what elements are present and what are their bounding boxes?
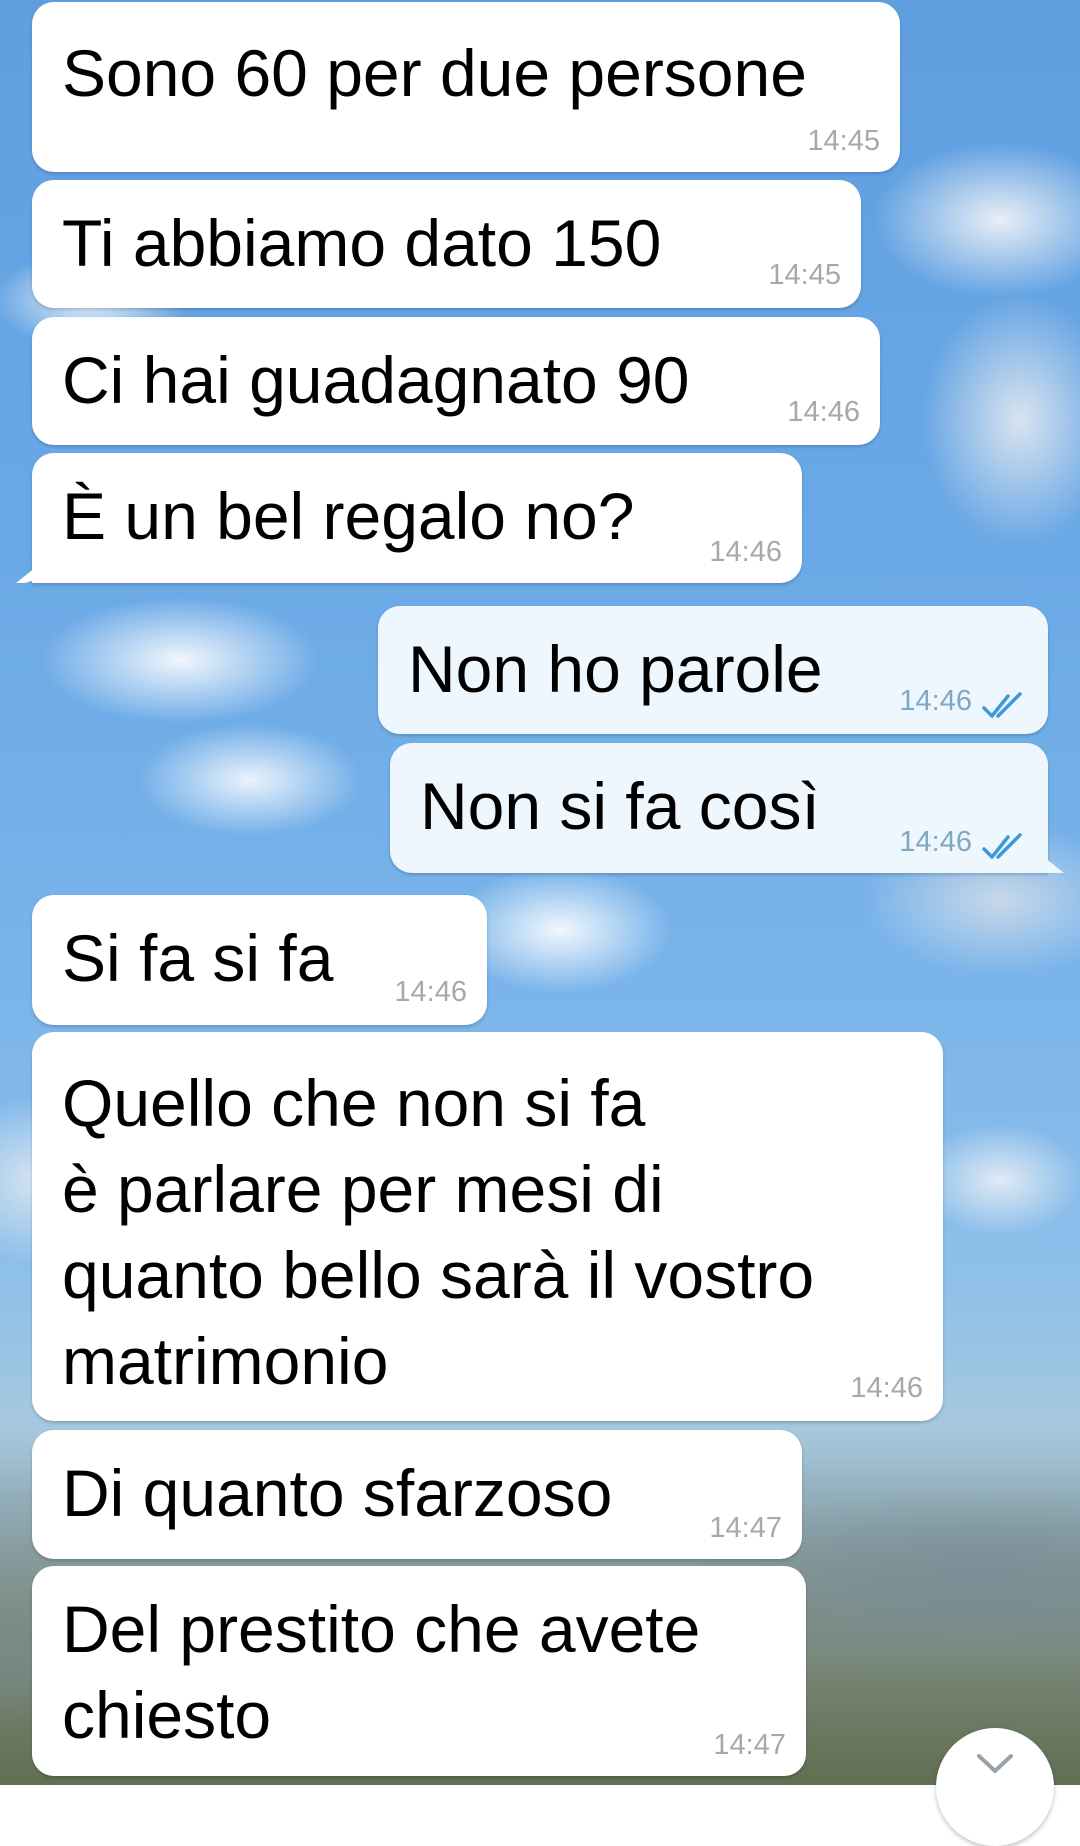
message-text: È un bel regalo no?: [62, 479, 635, 553]
chevron-down-icon: [977, 1754, 1013, 1773]
message-bubble-incoming[interactable]: È un bel regalo no? 14:46: [32, 453, 802, 583]
message-time: 14:47: [713, 1729, 786, 1761]
message-bubble-outgoing[interactable]: Non ho parole 14:46: [378, 606, 1048, 734]
message-text: Non si fa così: [420, 769, 820, 843]
message-time: 14:46: [850, 1372, 923, 1404]
message-text: Si fa si fa: [62, 921, 334, 995]
message-text: Ci hai guadagnato 90: [62, 343, 690, 417]
message-line: è parlare per mesi di: [62, 1152, 664, 1226]
message-time: 14:45: [768, 259, 841, 291]
message-bubble-outgoing[interactable]: Non si fa così 14:46: [390, 743, 1048, 873]
message-line: Quello che non si fa: [62, 1066, 646, 1140]
double-check-icon: [982, 692, 1022, 718]
message-time: 14:45: [807, 125, 880, 157]
message-time: 14:46: [899, 685, 972, 717]
message-text: Non ho parole: [408, 632, 823, 706]
message-time: 14:46: [899, 826, 972, 858]
message-time: 14:46: [709, 536, 782, 568]
scroll-to-bottom-button[interactable]: [936, 1728, 1054, 1846]
message-time: 14:46: [787, 396, 860, 428]
message-bubble-incoming[interactable]: Di quanto sfarzoso 14:47: [32, 1430, 802, 1559]
message-bubble-incoming[interactable]: Si fa si fa 14:46: [32, 895, 487, 1025]
message-text: Ti abbiamo dato 150: [62, 206, 662, 280]
double-check-icon: [982, 833, 1022, 859]
message-bubble-incoming[interactable]: Sono 60 per due persone 14:45: [32, 2, 900, 172]
message-line: quanto bello sarà il vostro: [62, 1238, 815, 1312]
message-line: Del prestito che avete: [62, 1592, 701, 1666]
message-line: chiesto: [62, 1678, 272, 1752]
message-text: Quello che non si fa è parlare per mesi …: [62, 1060, 814, 1404]
message-bubble-incoming[interactable]: Ci hai guadagnato 90 14:46: [32, 317, 880, 445]
message-bubble-incoming[interactable]: Quello che non si fa è parlare per mesi …: [32, 1032, 943, 1421]
message-text: Sono 60 per due persone: [62, 36, 807, 110]
message-text: Del prestito che avete chiesto: [62, 1586, 700, 1758]
message-bubble-incoming[interactable]: Ti abbiamo dato 150 14:45: [32, 180, 861, 308]
message-time: 14:47: [709, 1512, 782, 1544]
message-time: 14:46: [394, 976, 467, 1008]
message-text: Di quanto sfarzoso: [62, 1456, 613, 1530]
message-line: matrimonio: [62, 1324, 389, 1398]
message-bubble-incoming[interactable]: Del prestito che avete chiesto 14:47: [32, 1566, 806, 1776]
